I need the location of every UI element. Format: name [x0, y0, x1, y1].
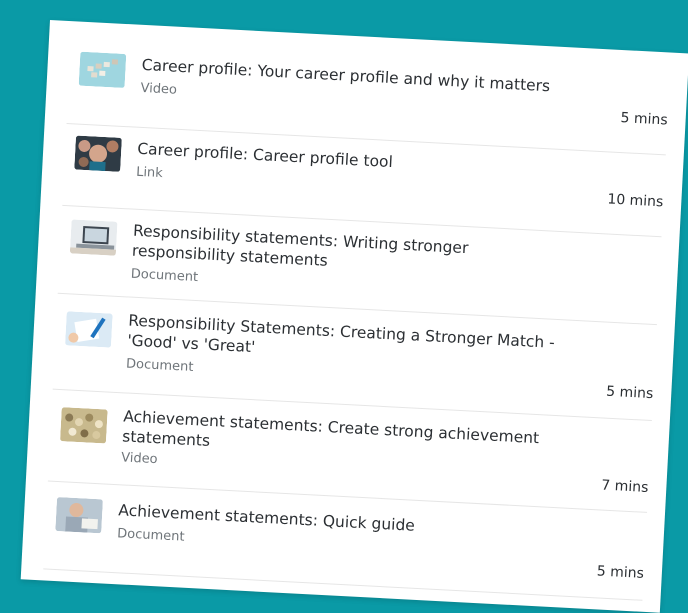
item-type: Video — [120, 450, 158, 468]
item-type: Document — [125, 356, 194, 375]
paper-pen-thumbnail — [64, 311, 113, 348]
man-reading-thumbnail — [55, 497, 103, 534]
crowd-thumbnail — [59, 407, 108, 444]
people-portraits-thumbnail — [74, 135, 122, 172]
item-duration: 5 mins — [620, 110, 669, 129]
laptop-desk-thumbnail — [69, 219, 118, 256]
item-duration: 5 mins — [605, 383, 654, 403]
content-list-card: Career profile: Your career profile and … — [20, 20, 688, 613]
item-type: Link — [135, 164, 164, 182]
city-tiles-thumbnail — [78, 51, 127, 88]
item-title[interactable]: Career profile: Career profile tool — [137, 139, 567, 181]
item-title[interactable]: Achievement statements: Create strong ac… — [122, 406, 554, 468]
item-duration: 10 mins — [606, 191, 664, 211]
item-type: Document — [116, 526, 185, 545]
item-type: Video — [140, 80, 178, 98]
item-type: Document — [130, 266, 199, 286]
item-duration: 7 mins — [600, 477, 649, 496]
item-duration: 5 mins — [596, 563, 645, 582]
item-title[interactable]: Career profile: Your career profile and … — [141, 55, 571, 97]
